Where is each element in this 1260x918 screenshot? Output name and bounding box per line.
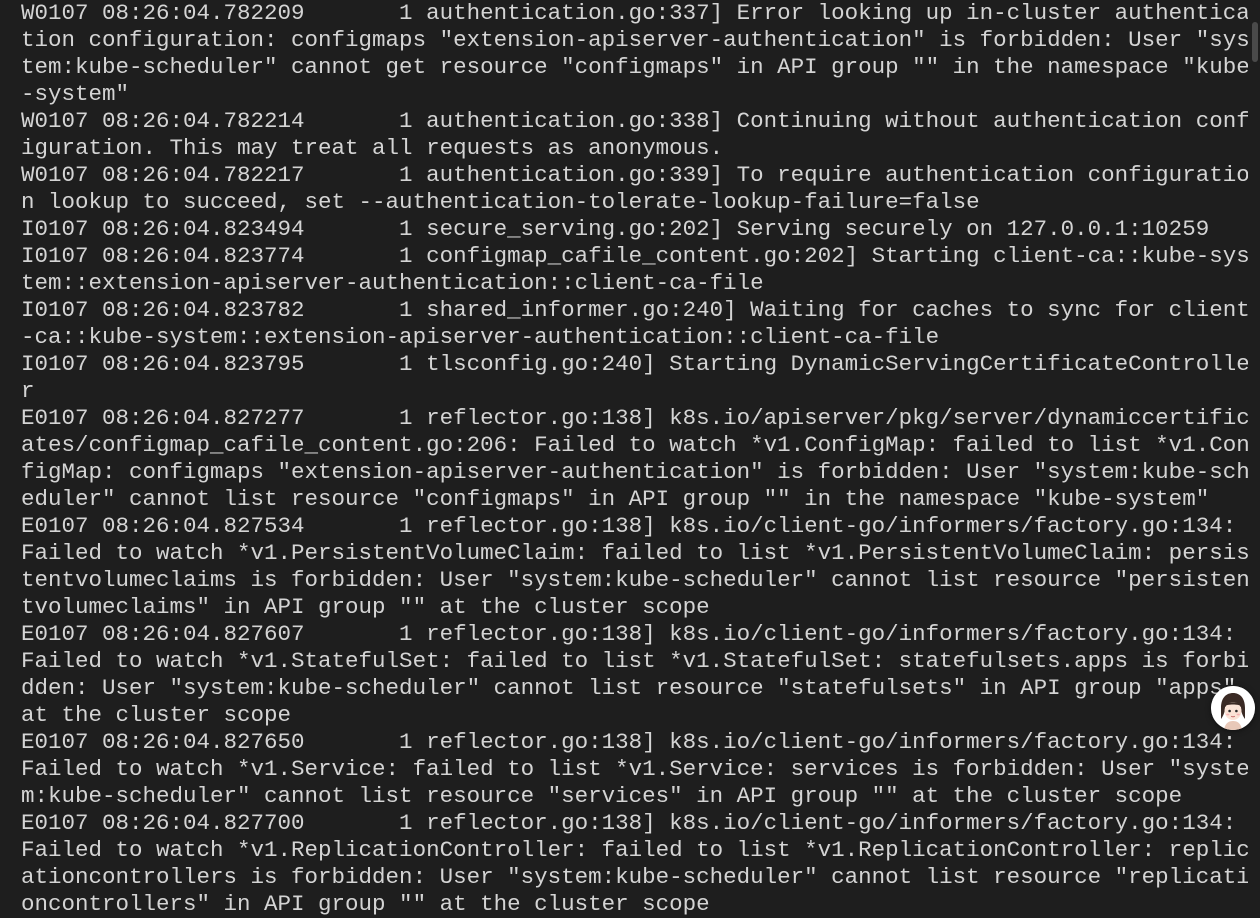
scrollbar[interactable]: [1248, 0, 1260, 918]
log-line: ates/configmap_cafile_content.go:206: Fa…: [21, 432, 1250, 458]
log-line: r: [21, 378, 35, 404]
log-line: -system": [21, 81, 130, 107]
log-line: iguration. This may treat all requests a…: [21, 135, 724, 161]
log-line: I0107 08:26:04.823795 1 tlsconfig.go:240…: [21, 351, 1250, 377]
assistant-avatar-button[interactable]: [1211, 686, 1255, 730]
log-line: E0107 08:26:04.827277 1 reflector.go:138…: [21, 405, 1250, 431]
log-line: Failed to watch *v1.StatefulSet: failed …: [21, 648, 1250, 674]
log-line: m:kube-scheduler" cannot list resource "…: [21, 783, 1183, 809]
log-line: W0107 08:26:04.782209 1 authentication.g…: [21, 0, 1250, 26]
log-output: W0107 08:26:04.782209 1 authentication.g…: [21, 0, 1250, 918]
log-line: E0107 08:26:04.827607 1 reflector.go:138…: [21, 621, 1237, 647]
log-line: Failed to watch *v1.PersistentVolumeClai…: [21, 540, 1250, 566]
log-line: dden: User "system:kube-scheduler" canno…: [21, 675, 1237, 701]
log-line: I0107 08:26:04.823774 1 configmap_cafile…: [21, 243, 1250, 269]
log-line: tem::extension-apiserver-authentication:…: [21, 270, 764, 296]
log-line: tem:kube-scheduler" cannot get resource …: [21, 54, 1250, 80]
log-line: Failed to watch *v1.ReplicationControlle…: [21, 837, 1250, 863]
log-line: E0107 08:26:04.827650 1 reflector.go:138…: [21, 729, 1237, 755]
log-line: figMap: configmaps "extension-apiserver-…: [21, 459, 1250, 485]
log-line: oncontrollers" in API group "" at the cl…: [21, 891, 710, 917]
log-line: n lookup to succeed, set --authenticatio…: [21, 189, 980, 215]
log-line: E0107 08:26:04.827534 1 reflector.go:138…: [21, 513, 1237, 539]
log-line: tentvolumeclaims is forbidden: User "sys…: [21, 567, 1250, 593]
log-line: tvolumeclaims" in API group "" at the cl…: [21, 594, 710, 620]
log-line: E0107 08:26:04.827700 1 reflector.go:138…: [21, 810, 1237, 836]
log-line: I0107 08:26:04.823782 1 shared_informer.…: [21, 297, 1250, 323]
log-line: -ca::kube-system::extension-apiserver-au…: [21, 324, 940, 350]
log-line: eduler" cannot list resource "configmaps…: [21, 486, 1210, 512]
log-line: tion configuration: configmaps "extensio…: [21, 27, 1250, 53]
avatar-icon: [1211, 686, 1255, 730]
log-line: at the cluster scope: [21, 702, 292, 728]
log-line: W0107 08:26:04.782217 1 authentication.g…: [21, 162, 1250, 188]
log-line: I0107 08:26:04.823494 1 secure_serving.g…: [21, 216, 1210, 242]
scrollbar-thumb[interactable]: [1252, 22, 1258, 62]
log-line: W0107 08:26:04.782214 1 authentication.g…: [21, 108, 1250, 134]
log-line: Failed to watch *v1.Service: failed to l…: [21, 756, 1250, 782]
terminal-window: W0107 08:26:04.782209 1 authentication.g…: [0, 0, 1260, 918]
log-line: ationcontrollers is forbidden: User "sys…: [21, 864, 1250, 890]
